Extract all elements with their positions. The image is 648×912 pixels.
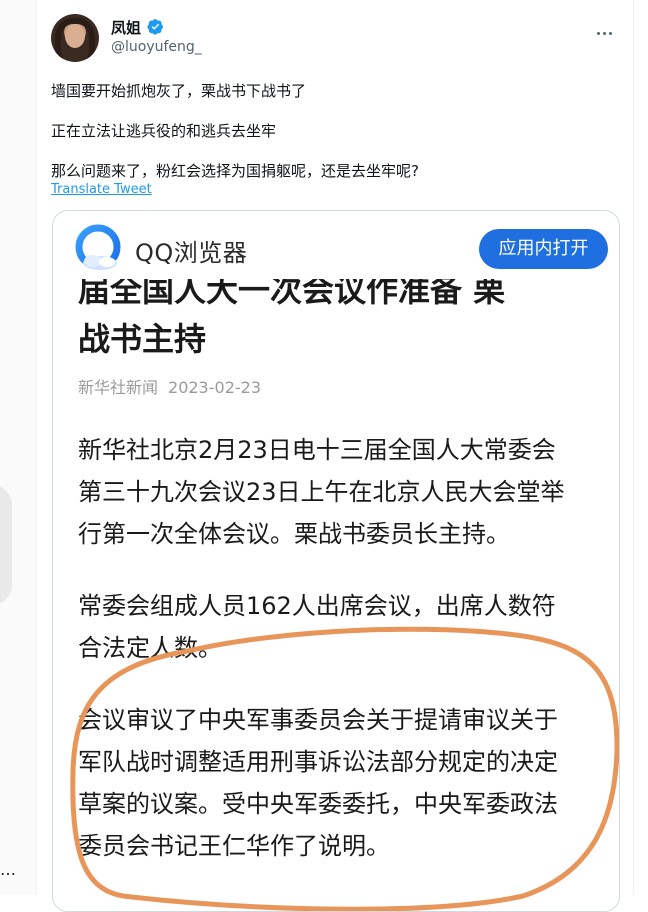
browser-name: QQ浏览器 [135, 239, 248, 267]
tweet-text-line: 正在立法让逃兵役的和逃兵去坐牢 [51, 122, 277, 140]
paragraph-line: 常委会组成人员162人出席会议，出席人数符 [78, 592, 556, 620]
article-paragraph: 新华社北京2月23日电十三届全国人大常委会 第三十九次会议23日上午在北京人民大… [78, 429, 618, 555]
paragraph-line: 军队战时调整适用刑事诉讼法部分规定的决定 [78, 748, 558, 776]
qq-browser-logo-icon [75, 224, 121, 270]
article-source: 新华社新闻 [78, 378, 159, 397]
sidebar-more-icon[interactable]: … [0, 860, 16, 879]
article-date: 2023-02-23 [168, 378, 261, 397]
paragraph-line: 合法定人数。 [78, 634, 222, 662]
left-sidebar-fragment: … [0, 0, 36, 895]
paragraph-line: 行第一次全体会议。栗战书委员长主持。 [78, 520, 510, 548]
article-title-line: 战书主持 [78, 320, 207, 358]
display-name[interactable]: 凤姐 [111, 17, 141, 38]
article-paragraph: 会议审议了中央军事委员会关于提请审议关于 军队战时调整适用刑事诉讼法部分规定的决… [78, 699, 618, 867]
tweet-image[interactable]: QQ浏览器 应用内打开 届全国人大一次会议作准备 栗 战书主持 新华社新闻 202… [52, 210, 620, 912]
blurred-sidebar-element [0, 485, 12, 605]
paragraph-line: 新华社北京2月23日电十三届全国人大常委会 [78, 436, 556, 464]
more-icon[interactable] [597, 20, 617, 35]
paragraph-line: 会议审议了中央军事委员会关于提请审议关于 [78, 706, 558, 734]
tweet-text-line: 那么问题来了，粉红会选择为国捐躯呢，还是去坐牢呢? [51, 162, 419, 180]
open-in-app-button[interactable]: 应用内打开 [479, 229, 608, 269]
handle[interactable]: @luoyufeng_ [111, 39, 202, 55]
avatar-face [65, 24, 85, 48]
verified-icon [147, 19, 163, 35]
translate-tweet-link[interactable]: Translate Tweet [51, 182, 152, 197]
tweet: 凤姐 @luoyufeng_ 墙国要开始抓炮灰了，栗战书下战书了 正在立法让逃兵… [37, 0, 633, 912]
paragraph-line: 委员会书记王仁华作了说明。 [78, 832, 390, 860]
column-divider [633, 0, 634, 895]
article-title-line: 届全国人大一次会议作准备 栗 [78, 279, 506, 307]
paragraph-line: 草案的议案。受中央军委委托，中央军委政法 [78, 790, 558, 818]
article-paragraph: 常委会组成人员162人出席会议，出席人数符 合法定人数。 [78, 585, 618, 669]
article-title-clipped: 届全国人大一次会议作准备 栗 [78, 279, 618, 307]
avatar[interactable] [51, 14, 99, 62]
qq-browser-banner: QQ浏览器 应用内打开 [53, 211, 619, 285]
article-meta: 新华社新闻 2023-02-23 [78, 374, 261, 398]
tweet-text-line: 墙国要开始抓炮灰了，栗战书下战书了 [51, 82, 307, 100]
paragraph-line: 第三十九次会议23日上午在北京人民大会堂举 [78, 478, 565, 506]
